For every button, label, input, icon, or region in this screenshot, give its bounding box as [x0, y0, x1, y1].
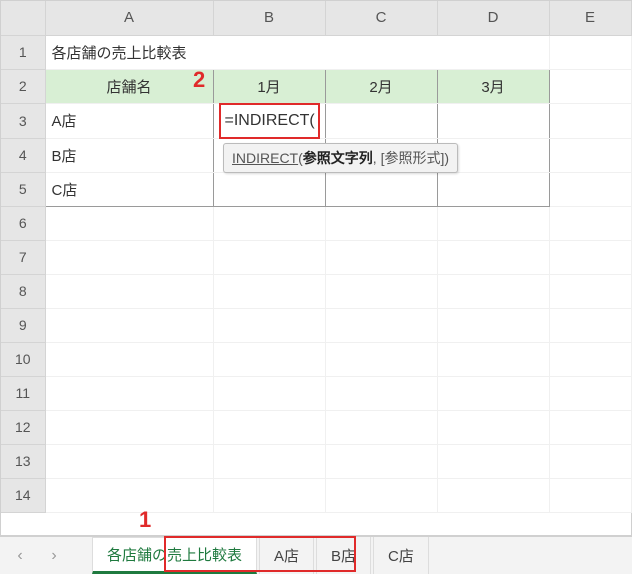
row-header-7[interactable]: 7 [1, 240, 45, 274]
row-header-1[interactable]: 1 [1, 35, 45, 69]
cell-B2[interactable]: 1月 [213, 69, 325, 103]
row-header-6[interactable]: 6 [1, 206, 45, 240]
sheet-tab-bar: ‹ › 各店舗の売上比較表 A店 B店 C店 [0, 536, 632, 574]
cell-E3[interactable] [549, 103, 631, 138]
cell-D2[interactable]: 3月 [437, 69, 549, 103]
chevron-left-icon: ‹ [17, 547, 22, 565]
cell-A4[interactable]: B店 [45, 138, 213, 172]
row-header-9[interactable]: 9 [1, 308, 45, 342]
row-header-8[interactable]: 8 [1, 274, 45, 308]
cell-A6[interactable] [45, 206, 213, 240]
cell-E5[interactable] [549, 172, 631, 206]
grid-area[interactable]: A B C D E 1 各店舗の売上比較表 2 店舗名 1月 2月 3月 3 [1, 1, 631, 513]
cell-C2[interactable]: 2月 [325, 69, 437, 103]
col-header-E[interactable]: E [549, 1, 631, 35]
function-tooltip: INDIRECT(参照文字列, [参照形式]) [223, 143, 458, 173]
cell-D3[interactable] [437, 103, 549, 138]
col-header-D[interactable]: D [437, 1, 549, 35]
row-header-14[interactable]: 14 [1, 478, 45, 512]
col-header-C[interactable]: C [325, 1, 437, 35]
cell-E2[interactable] [549, 69, 631, 103]
tab-nav-prev[interactable]: ‹ [4, 541, 36, 571]
cell-A5[interactable]: C店 [45, 172, 213, 206]
row-header-13[interactable]: 13 [1, 444, 45, 478]
tooltip-fn[interactable]: INDIRECT [232, 150, 298, 166]
chevron-right-icon: › [51, 547, 56, 565]
row-header-5[interactable]: 5 [1, 172, 45, 206]
cell-B3[interactable]: =INDIRECT( [213, 103, 325, 138]
sheet-tab-active[interactable]: 各店舗の売上比較表 [92, 537, 257, 574]
col-header-B[interactable]: B [213, 1, 325, 35]
cell-A3[interactable]: A店 [45, 103, 213, 138]
col-header-A[interactable]: A [45, 1, 213, 35]
cell-E1[interactable] [549, 35, 631, 69]
row-header-4[interactable]: 4 [1, 138, 45, 172]
formula-editor[interactable]: =INDIRECT( [219, 103, 320, 139]
row-header-12[interactable]: 12 [1, 410, 45, 444]
row-header-11[interactable]: 11 [1, 376, 45, 410]
row-header-2[interactable]: 2 [1, 69, 45, 103]
cell-D5[interactable] [437, 172, 549, 206]
row-header-3[interactable]: 3 [1, 103, 45, 138]
sheet-tab-4[interactable]: C店 [373, 537, 429, 574]
cell-A1[interactable]: 各店舗の売上比較表 [45, 35, 549, 69]
cell-E4[interactable] [549, 138, 631, 172]
select-all-corner[interactable] [1, 1, 45, 35]
cell-B5[interactable] [213, 172, 325, 206]
tooltip-arg2[interactable]: [参照形式] [381, 150, 445, 166]
sheet-tab-2[interactable]: A店 [259, 537, 314, 574]
tooltip-arg1[interactable]: 参照文字列 [303, 150, 373, 166]
spreadsheet: A B C D E 1 各店舗の売上比較表 2 店舗名 1月 2月 3月 3 [0, 0, 632, 536]
cell-C3[interactable] [325, 103, 437, 138]
column-header-row: A B C D E [1, 1, 631, 35]
cell-C5[interactable] [325, 172, 437, 206]
sheet-tab-3[interactable]: B店 [316, 537, 371, 574]
row-header-10[interactable]: 10 [1, 342, 45, 376]
cell-A2[interactable]: 店舗名 [45, 69, 213, 103]
tab-nav-next[interactable]: › [38, 541, 70, 571]
